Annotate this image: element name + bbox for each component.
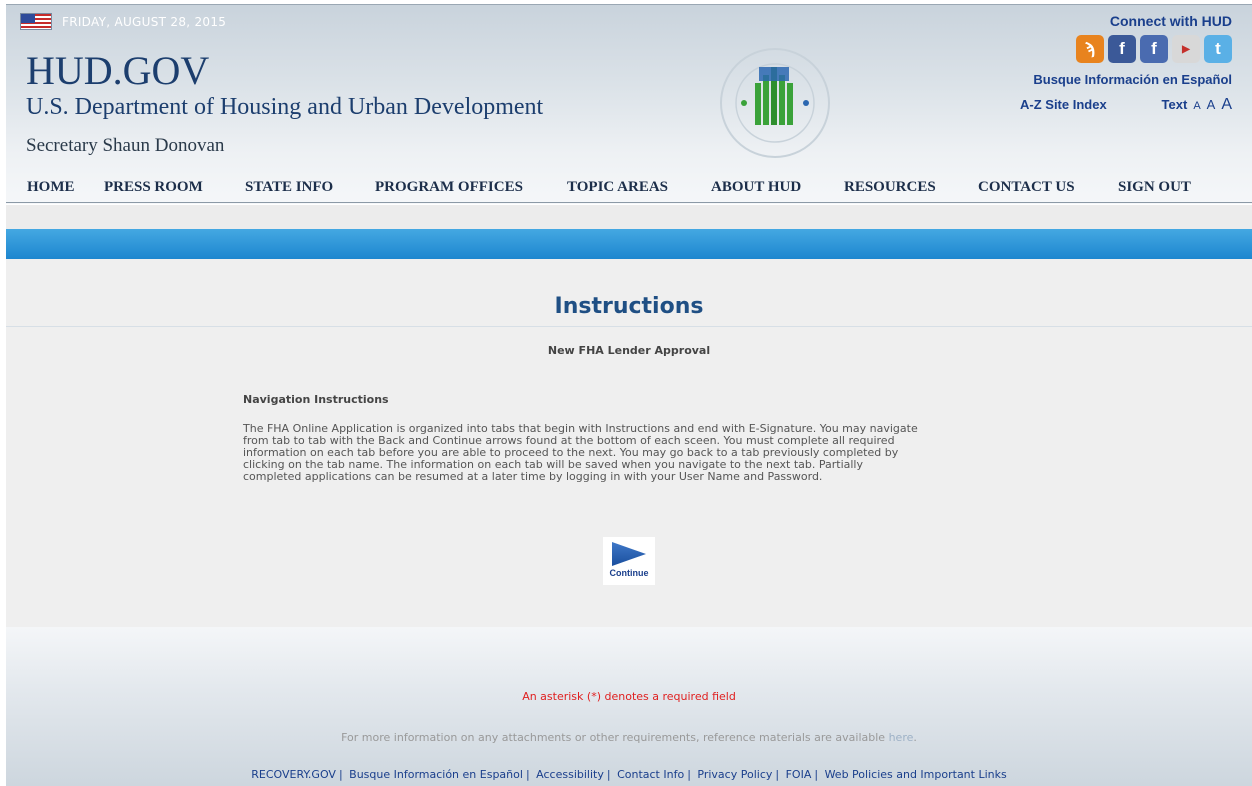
text-size-medium[interactable]: A [1207,97,1216,112]
more-info-link[interactable]: here [889,731,914,744]
site-tools-row: A-Z Site Index Text A A A [982,96,1232,114]
more-info-prefix: For more information on any attachments … [341,731,889,744]
continue-button[interactable]: Continue [603,537,655,585]
main-nav: HOME PRESS ROOM STATE INFO PROGRAM OFFIC… [6,173,1252,203]
nav-about-hud[interactable]: ABOUT HUD [711,179,801,196]
nav-home[interactable]: HOME [27,179,75,196]
continue-label: Continue [609,568,649,578]
section-heading: Navigation Instructions [243,393,389,406]
current-date: FRIDAY, AUGUST 28, 2015 [62,14,227,29]
footer-links: RECOVERY.GOV | Busque Información en Espa… [251,768,1007,781]
site-footer: An asterisk (*) denotes a required field… [6,627,1252,786]
department-name: U.S. Department of Housing and Urban Dev… [26,94,544,120]
nav-state-info[interactable]: STATE INFO [245,179,333,196]
hud-seal-icon [720,48,830,158]
text-size-large[interactable]: A [1221,96,1232,114]
more-info-text: For more information on any attachments … [6,731,1252,744]
social-icons: ϡ f f ▶ t [982,35,1232,63]
footer-link-accessibility[interactable]: Accessibility [536,768,604,781]
twitter-icon[interactable]: t [1204,35,1232,63]
rss-icon[interactable]: ϡ [1076,35,1104,63]
footer-link-web-policies[interactable]: Web Policies and Important Links [825,768,1007,781]
header-right-block: Connect with HUD ϡ f f ▶ t Busque Inform… [982,13,1232,114]
nav-topic-areas[interactable]: TOPIC AREAS [567,179,668,196]
footer-link-busque[interactable]: Busque Información en Español [349,768,523,781]
facebook-icon[interactable]: f [1108,35,1136,63]
site-title[interactable]: HUD.GOV [26,47,209,94]
youtube-icon[interactable]: ▶ [1172,35,1200,63]
page-title: Instructions [554,294,704,319]
facebook-icon[interactable]: f [1140,35,1168,63]
instructions-body: The FHA Online Application is organized … [243,423,1033,483]
nav-program-offices[interactable]: PROGRAM OFFICES [375,179,523,196]
nav-contact-us[interactable]: CONTACT US [978,179,1075,196]
instructions-line: completed applications can be resumed at… [243,470,823,483]
footer-link-foia[interactable]: FOIA [786,768,812,781]
nav-press-room[interactable]: PRESS ROOM [104,179,203,196]
title-divider [6,326,1252,327]
busque-link[interactable]: Busque Información en Español [982,72,1232,87]
nav-spacer [6,205,1252,229]
date-row: FRIDAY, AUGUST 28, 2015 [20,13,226,30]
required-field-note: An asterisk (*) denotes a required field [522,690,736,703]
continue-arrow-icon [612,542,646,566]
nav-resources[interactable]: RESOURCES [844,179,936,196]
connect-with-hud: Connect with HUD [1109,13,1232,29]
us-flag-icon [20,13,52,30]
more-info-suffix: . [913,731,917,744]
text-size-label: Text [1161,97,1188,112]
text-size-controls: Text A A A [1162,96,1232,114]
main-content: Instructions New FHA Lender Approval Nav… [6,259,1252,627]
accent-bar [6,229,1252,259]
nav-sign-out[interactable]: SIGN OUT [1118,179,1191,196]
footer-link-privacy-policy[interactable]: Privacy Policy [697,768,772,781]
footer-link-recovery[interactable]: RECOVERY.GOV [251,768,336,781]
site-index-link[interactable]: A-Z Site Index [1020,97,1107,112]
secretary-name: Secretary Shaun Donovan [26,135,225,156]
footer-link-contact-info[interactable]: Contact Info [617,768,684,781]
page-subtitle: New FHA Lender Approval [547,344,711,357]
text-size-small[interactable]: A [1193,100,1200,112]
